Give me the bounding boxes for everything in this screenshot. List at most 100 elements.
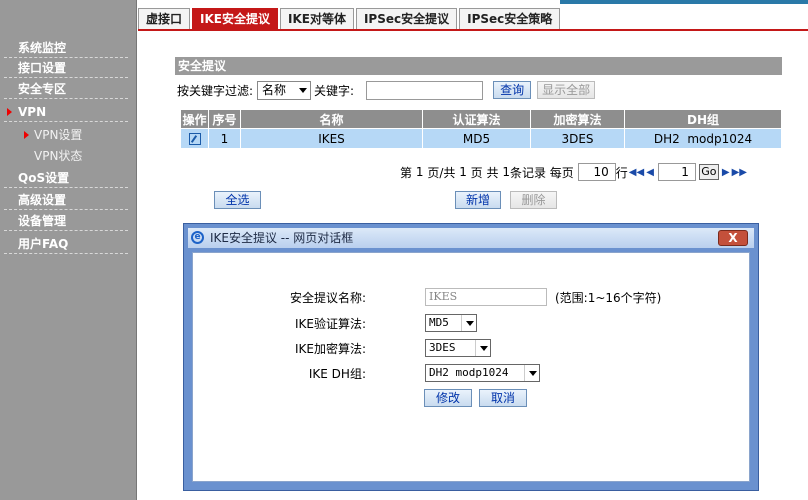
sidebar-item-device-management[interactable]: 设备管理 xyxy=(4,211,128,231)
sidebar: 系统监控 接口设置 安全专区 VPN VPN设置 VPN状态 QoS设置 高级设… xyxy=(0,0,137,500)
sidebar-item-interface-settings[interactable]: 接口设置 xyxy=(4,58,128,78)
last-page-icon[interactable]: ▶▶ xyxy=(732,167,747,178)
sidebar-item-label: 安全专区 xyxy=(18,82,67,96)
query-button[interactable]: 查询 xyxy=(493,81,532,99)
row-index: 1 xyxy=(208,128,241,149)
sidebar-item-label: QoS设置 xyxy=(18,171,70,185)
select-all-button[interactable]: 全选 xyxy=(214,191,261,209)
enc-algorithm-select[interactable]: 3DES xyxy=(425,339,491,357)
filter-bar: 按关键字过滤: 名称 关键字: 查询 显示全部 xyxy=(177,80,596,100)
goto-page-input[interactable]: 1 xyxy=(657,163,696,181)
pager-text: 第 xyxy=(400,165,413,180)
proposal-table: 操作 序号 名称 认证算法 加密算法 DH组 1 IKES MD5 3DES D… xyxy=(180,109,782,149)
prev-page-icon[interactable]: ◀ xyxy=(646,167,654,178)
auth-algorithm-select[interactable]: MD5 xyxy=(425,314,477,332)
dh-group-value: DH2 modp1024 xyxy=(429,366,509,379)
row-name: IKES xyxy=(240,128,423,149)
chevron-down-icon xyxy=(299,87,308,93)
sidebar-item-label: VPN状态 xyxy=(34,149,83,163)
pager-record-count: 1 xyxy=(502,165,510,179)
chevron-down-icon xyxy=(524,365,539,381)
chevron-down-icon xyxy=(475,340,490,356)
keyword-input[interactable] xyxy=(366,80,484,100)
sidebar-subitem-vpn-status[interactable]: VPN状态 xyxy=(4,146,128,166)
tab-underline xyxy=(138,29,808,31)
field-row-name: 安全提议名称: IKES (范围:1~16个字符) xyxy=(193,287,751,307)
name-hint: (范围:1~16个字符) xyxy=(555,290,662,305)
column-header: 认证算法 xyxy=(422,109,531,129)
column-header: 加密算法 xyxy=(530,109,625,129)
pager-current-page: 1 xyxy=(415,165,424,179)
auth-algorithm-value: MD5 xyxy=(429,316,449,329)
modify-button[interactable]: 修改 xyxy=(424,389,472,407)
cancel-button[interactable]: 取消 xyxy=(479,389,527,407)
row-dh: DH2 modp1024 xyxy=(624,128,782,149)
row-auth: MD5 xyxy=(422,128,531,149)
keyword-label: 关键字: xyxy=(314,83,355,98)
sidebar-item-label: 系统监控 xyxy=(18,41,67,55)
selected-arrow-icon xyxy=(24,131,29,139)
auth-label: IKE验证算法: xyxy=(294,316,366,331)
dialog-body: 安全提议名称: IKES (范围:1~16个字符) IKE验证算法: MD5 I… xyxy=(192,252,750,482)
sidebar-item-label: VPN设置 xyxy=(34,128,83,142)
sidebar-item-system-monitor[interactable]: 系统监控 xyxy=(4,38,128,58)
first-page-icon[interactable]: ◀◀ xyxy=(629,167,644,178)
field-row-enc: IKE加密算法: 3DES xyxy=(193,338,751,358)
sidebar-item-label: 高级设置 xyxy=(18,193,67,207)
name-label: 安全提议名称: xyxy=(289,290,366,305)
top-accent-band xyxy=(560,0,808,4)
filter-field-select[interactable]: 名称 xyxy=(257,80,312,100)
dh-group-select[interactable]: DH2 modp1024 xyxy=(425,364,540,382)
enc-algorithm-value: 3DES xyxy=(429,341,456,354)
chevron-down-icon xyxy=(461,315,476,331)
sidebar-item-label: 接口设置 xyxy=(18,61,67,75)
section-title: 安全提议 xyxy=(175,57,782,75)
sidebar-item-qos-settings[interactable]: QoS设置 xyxy=(4,168,128,188)
close-button[interactable]: X xyxy=(718,230,748,246)
tab-bar: 虚接口 IKE安全提议 IKE对等体 IPSec安全提议 IPSec安全策略 xyxy=(138,8,562,30)
tab-ipsec-policy[interactable]: IPSec安全策略 xyxy=(459,8,561,30)
tab-ipsec-proposal[interactable]: IPSec安全提议 xyxy=(355,8,458,30)
enc-label: IKE加密算法: xyxy=(294,341,366,356)
pager-text: 条记录 每页 xyxy=(509,165,574,180)
filter-label: 按关键字过滤: xyxy=(177,83,254,98)
sidebar-subitem-vpn-settings[interactable]: VPN设置 xyxy=(4,125,128,145)
sidebar-item-label: 用户FAQ xyxy=(18,237,69,251)
column-header: 名称 xyxy=(240,109,423,129)
table-header-row: 操作 序号 名称 认证算法 加密算法 DH组 xyxy=(180,109,782,129)
per-page-input[interactable]: 10 xyxy=(577,163,616,181)
tab-ike-peer[interactable]: IKE对等体 xyxy=(279,8,354,30)
dh-label: IKE DH组: xyxy=(308,366,366,381)
field-row-auth: IKE验证算法: MD5 xyxy=(193,313,751,333)
add-button[interactable]: 新增 xyxy=(455,191,501,209)
proposal-name-input[interactable]: IKES xyxy=(425,288,547,306)
expanded-arrow-icon xyxy=(7,108,12,116)
go-button[interactable]: Go xyxy=(698,164,719,180)
filter-field-value: 名称 xyxy=(262,82,287,97)
dialog-title-bar: e IKE安全提议 -- 网页对话框 X xyxy=(188,228,754,248)
pager-text: 页 共 xyxy=(470,165,499,180)
sidebar-item-advanced-settings[interactable]: 高级设置 xyxy=(4,190,128,210)
sidebar-item-user-faq[interactable]: 用户FAQ xyxy=(4,234,128,254)
tab-virtual-interface[interactable]: 虚接口 xyxy=(138,8,191,30)
row-enc: 3DES xyxy=(530,128,625,149)
pager-total-pages: 1 xyxy=(459,165,467,179)
column-header: DH组 xyxy=(624,109,782,129)
next-page-icon[interactable]: ▶ xyxy=(722,167,730,178)
sidebar-item-label: VPN xyxy=(18,105,47,119)
column-header: 序号 xyxy=(208,109,241,129)
pager: 第 1 页/共 1 页 共 1 条记录 每页 10 行 ◀◀ ◀ 1 Go ▶ … xyxy=(400,163,748,181)
sidebar-item-label: 设备管理 xyxy=(18,214,67,228)
sidebar-item-security-zone[interactable]: 安全专区 xyxy=(4,79,128,99)
edit-icon[interactable] xyxy=(188,133,201,145)
pager-text: 页/共 xyxy=(427,165,456,180)
delete-button[interactable]: 删除 xyxy=(510,191,557,209)
dialog-title: IKE安全提议 -- 网页对话框 xyxy=(210,231,354,245)
table-row[interactable]: 1 IKES MD5 3DES DH2 modp1024 xyxy=(180,128,782,149)
show-all-button[interactable]: 显示全部 xyxy=(537,81,596,99)
field-row-dh: IKE DH组: DH2 modp1024 xyxy=(193,363,751,383)
ike-proposal-dialog: e IKE安全提议 -- 网页对话框 X 安全提议名称: IKES (范围:1~… xyxy=(183,223,759,491)
ie-logo-icon: e xyxy=(191,231,204,244)
tab-ike-proposal[interactable]: IKE安全提议 xyxy=(192,8,278,30)
sidebar-item-vpn[interactable]: VPN xyxy=(4,102,128,122)
